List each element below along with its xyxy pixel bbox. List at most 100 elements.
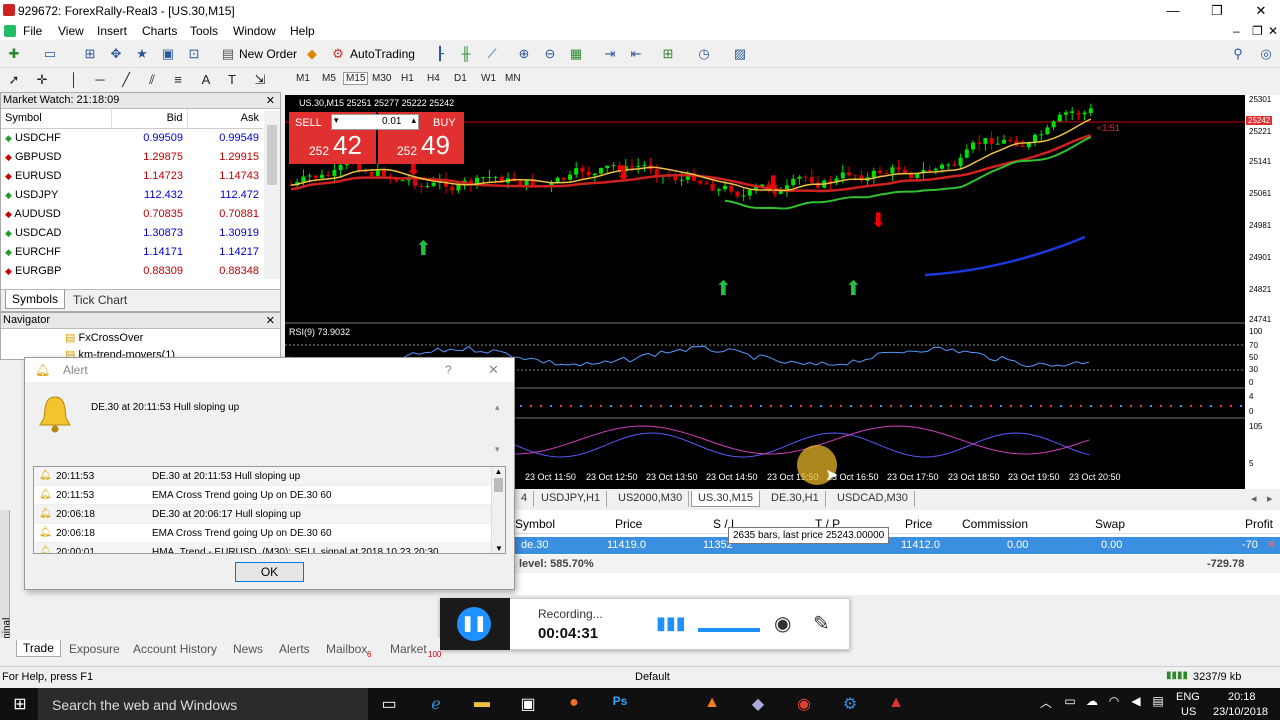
vlc-icon[interactable]: ▲: [700, 694, 724, 714]
market-watch-row[interactable]: ◆ USDJPY 112.432 112.472: [1, 185, 263, 204]
alert-history-list[interactable]: 🔔︎ 20:11:53 DE.30 at 20:11:53 Hull sloping…: [33, 466, 506, 554]
market-watch-row[interactable]: ◆ USDCHF 0.99509 0.99549: [1, 128, 263, 147]
list-item[interactable]: 🔔︎ 20:11:53 DE.30 at 20:11:53 Hull sloping…: [34, 467, 505, 486]
tab-symbols[interactable]: Symbols: [5, 290, 66, 309]
chart-shift-icon[interactable]: ⇤: [626, 44, 646, 64]
cloud-icon[interactable]: ☁: [1080, 694, 1104, 714]
list-item[interactable]: 🔔︎ 20:00:01 HMA_Trend - EURUSD, (M30): SEL…: [34, 543, 505, 553]
tf-m15[interactable]: M15: [343, 72, 369, 85]
message-scroll-up-icon[interactable]: ▴: [495, 402, 500, 413]
arrows-icon[interactable]: ⇲: [250, 70, 270, 90]
close-button[interactable]: ✕: [1238, 2, 1280, 20]
text-icon[interactable]: A: [196, 70, 216, 90]
volume-slider[interactable]: [698, 628, 760, 632]
volume-icon[interactable]: ◀: [1124, 694, 1148, 714]
maximize-button[interactable]: ❐: [1194, 2, 1240, 20]
mdi-minimize[interactable]: –: [1233, 24, 1240, 38]
tf-mn[interactable]: MN: [505, 73, 521, 84]
firefox-icon[interactable]: ●: [562, 694, 586, 714]
chart-tab[interactable]: USDJPY,H1: [535, 491, 608, 507]
navigator-icon[interactable]: ★: [132, 44, 152, 64]
fibo-icon[interactable]: ≡: [168, 70, 188, 90]
chart-tab[interactable]: 4: [515, 491, 535, 507]
profiles-icon[interactable]: ▭: [40, 44, 60, 64]
col-swap[interactable]: Swap: [1095, 517, 1125, 531]
tf-m30[interactable]: M30: [372, 73, 391, 84]
edge-icon[interactable]: ℯ: [424, 694, 448, 714]
col-ask[interactable]: Ask: [186, 109, 263, 128]
tab-account-history[interactable]: Account History: [133, 642, 217, 656]
autotrading-icon[interactable]: ⚙: [328, 44, 348, 64]
chat-icon[interactable]: ◎: [1256, 44, 1276, 64]
audio-level-icon[interactable]: ▮▮▮: [656, 613, 686, 634]
lang-primary[interactable]: ENG: [1176, 691, 1200, 703]
chart-tab[interactable]: DE.30,H1: [765, 491, 826, 507]
col-profit[interactable]: Profit: [1245, 517, 1273, 531]
col-bid[interactable]: Bid: [110, 109, 187, 128]
windows-start-icon[interactable]: ⊞: [8, 694, 32, 714]
lang-secondary[interactable]: US: [1181, 706, 1196, 718]
tray-chevron-icon[interactable]: ︿: [1034, 694, 1058, 714]
mdi-close[interactable]: ✕: [1268, 24, 1278, 38]
metatrader-icon[interactable]: ▲: [884, 694, 908, 714]
help-button[interactable]: ?: [445, 363, 452, 377]
alert-close-button[interactable]: ✕: [488, 362, 499, 378]
tab-trade[interactable]: Trade: [16, 640, 61, 657]
notification-icon[interactable]: ▤: [1146, 694, 1170, 714]
message-scroll-down-icon[interactable]: ▾: [495, 444, 500, 455]
alert-list-scrollbar[interactable]: ▲ ▼: [491, 467, 505, 553]
tab-exposure[interactable]: Exposure: [69, 642, 120, 656]
lot-up-icon[interactable]: ▴: [411, 115, 416, 126]
trendline-icon[interactable]: ╱: [116, 70, 136, 90]
market-watch-row[interactable]: ◆ EURUSD 1.14723 1.14743: [1, 166, 263, 185]
tf-m1[interactable]: M1: [296, 73, 310, 84]
task-view-icon[interactable]: ▭: [377, 694, 401, 714]
chart-tab[interactable]: USDCAD,M30: [831, 491, 915, 507]
tf-h1[interactable]: H1: [401, 73, 414, 84]
tab-tick-chart[interactable]: Tick Chart: [73, 293, 127, 307]
tf-h4[interactable]: H4: [427, 73, 440, 84]
market-watch-row[interactable]: ◆ USDCAD 1.30873 1.30919: [1, 223, 263, 242]
mdi-restore[interactable]: ❐: [1252, 24, 1263, 38]
tab-scroll-right-icon[interactable]: ▸: [1267, 492, 1273, 505]
bar-chart-icon[interactable]: ┠: [430, 44, 450, 64]
list-item[interactable]: 🔔︎ 20:11:53 EMA Cross Trend going Up on DE…: [34, 486, 505, 505]
auto-scroll-icon[interactable]: ⇥: [600, 44, 620, 64]
lot-input[interactable]: ▾ 0.01 ▴: [331, 114, 419, 130]
menu-help[interactable]: Help: [290, 24, 315, 38]
chrome-icon[interactable]: ◉: [792, 694, 816, 714]
search-icon[interactable]: ⚲: [1228, 44, 1248, 64]
market-watch-row[interactable]: ◆ EURGBP 0.88309 0.88348: [1, 261, 263, 280]
label-icon[interactable]: T: [222, 70, 242, 90]
close-icon[interactable]: ✕: [266, 94, 275, 107]
menu-tools[interactable]: Tools: [190, 24, 218, 38]
file-explorer-icon[interactable]: ▬: [470, 694, 494, 714]
col-commission[interactable]: Commission: [962, 517, 1028, 531]
list-item[interactable]: 🔔︎ 20:06:18 DE.30 at 20:06:17 Hull sloping…: [34, 505, 505, 524]
periods-icon[interactable]: ◷: [694, 44, 714, 64]
pencil-icon[interactable]: ✎: [813, 611, 830, 636]
store-icon[interactable]: ▣: [516, 694, 540, 714]
cursor-icon[interactable]: ➚: [4, 70, 24, 90]
menu-charts[interactable]: Charts: [142, 24, 177, 38]
lot-down-icon[interactable]: ▾: [334, 115, 339, 126]
new-order-icon[interactable]: ▤: [218, 44, 238, 64]
tf-d1[interactable]: D1: [454, 73, 467, 84]
vertical-line-icon[interactable]: │: [64, 70, 84, 90]
navigator-item[interactable]: ▤ FxCrossOver: [65, 331, 143, 344]
ok-button[interactable]: OK: [235, 562, 304, 582]
crosshair-icon[interactable]: ✛: [32, 70, 52, 90]
tab-scroll-left-icon[interactable]: ◂: [1251, 492, 1257, 505]
menu-file[interactable]: File: [23, 24, 42, 38]
chart-tab-active[interactable]: US.30,M15: [691, 491, 761, 507]
webcam-icon[interactable]: ◉: [774, 611, 791, 636]
close-position-icon[interactable]: ✕: [1267, 538, 1276, 551]
tab-mailbox[interactable]: Mailbox: [326, 642, 367, 656]
tf-m5[interactable]: M5: [322, 73, 336, 84]
market-watch-row[interactable]: ◆ AUDUSD 0.70835 0.70881: [1, 204, 263, 223]
tile-windows-icon[interactable]: ▦: [566, 44, 586, 64]
menu-window[interactable]: Window: [233, 24, 276, 38]
market-watch-icon[interactable]: ⊞: [80, 44, 100, 64]
minimize-button[interactable]: —: [1150, 2, 1196, 20]
zoom-out-icon[interactable]: ⊖: [540, 44, 560, 64]
